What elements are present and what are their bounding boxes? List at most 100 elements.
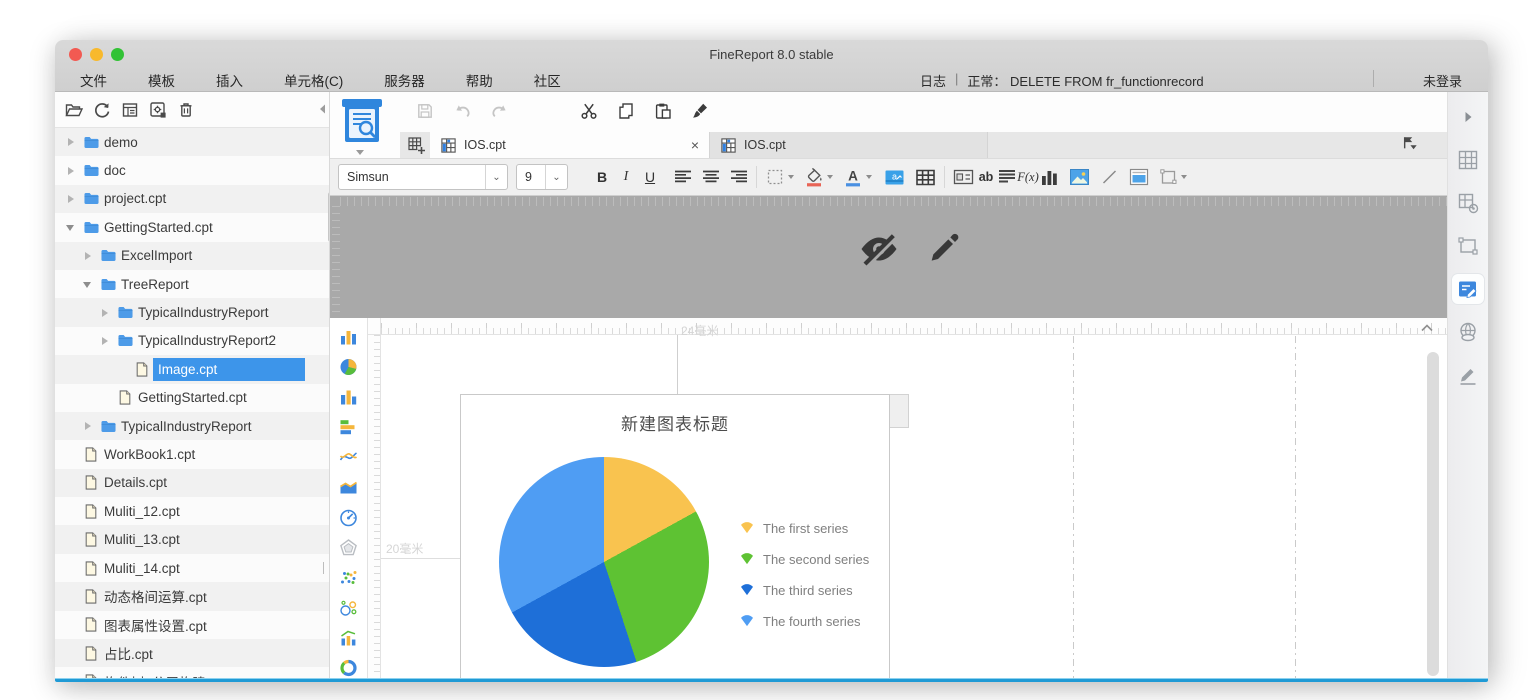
- tree-item[interactable]: Details.cpt: [55, 469, 330, 497]
- fill-color-button[interactable]: [804, 167, 833, 187]
- line-chart-button[interactable]: [338, 447, 360, 469]
- chevron-down-icon[interactable]: [82, 280, 98, 288]
- login-status[interactable]: 未登录: [1423, 71, 1462, 90]
- new-template-button[interactable]: [404, 134, 428, 156]
- tree-item[interactable]: TypicalIndustryReport: [55, 412, 330, 440]
- bar-chart-button[interactable]: [338, 416, 360, 438]
- tree-item[interactable]: Image.cpt: [55, 355, 330, 383]
- tree-item[interactable]: 动态格间运算.cpt: [55, 582, 330, 610]
- align-left-button[interactable]: [674, 170, 692, 184]
- edit-pencil-icon[interactable]: [923, 228, 963, 270]
- chart-resize-handle[interactable]: [890, 394, 909, 428]
- chevron-down-icon[interactable]: [827, 175, 833, 179]
- template-view-button[interactable]: [119, 99, 141, 121]
- tab-overflow-button[interactable]: [1401, 135, 1419, 156]
- tree-item[interactable]: 构件树_分层构建.cpt: [55, 667, 330, 679]
- log-status[interactable]: 日志 | 正常： DELETE FROM fr_functionrecord: [920, 71, 1204, 90]
- chevron-right-icon[interactable]: [99, 309, 115, 317]
- chevron-right-icon[interactable]: [65, 195, 81, 203]
- log-label[interactable]: 日志: [920, 71, 946, 90]
- area-chart-button[interactable]: [338, 477, 360, 499]
- font-size-select[interactable]: 9 ⌄: [516, 164, 568, 190]
- border-button[interactable]: [765, 167, 794, 187]
- donut-chart-button[interactable]: [338, 657, 360, 679]
- insert-line-button[interactable]: [1100, 168, 1119, 186]
- preview-hidden-icon[interactable]: [857, 228, 901, 270]
- cell-style-button[interactable]: a: [884, 168, 905, 187]
- tree-item[interactable]: TypicalIndustryReport2: [55, 327, 330, 355]
- close-tab-icon[interactable]: ×: [691, 138, 699, 152]
- underline-button[interactable]: U: [638, 164, 662, 190]
- tree-item[interactable]: doc: [55, 156, 330, 184]
- pie-chart-button[interactable]: [338, 356, 360, 378]
- column-chart-button[interactable]: [338, 326, 360, 348]
- tree-item[interactable]: Muliti_12.cpt: [55, 497, 330, 525]
- column3d-chart-button[interactable]: [338, 386, 360, 408]
- tree-item[interactable]: ExcelImport: [55, 242, 330, 270]
- align-center-button[interactable]: [702, 170, 720, 184]
- scroll-up-button[interactable]: [1420, 320, 1434, 338]
- tree-item[interactable]: TreeReport: [55, 270, 330, 298]
- bubble-chart-button[interactable]: [338, 597, 360, 619]
- vertical-ruler[interactable]: [368, 335, 381, 679]
- hyperlink-button[interactable]: [1452, 317, 1484, 347]
- menu-item-6[interactable]: 帮助: [466, 70, 493, 90]
- canvas-scrollbar[interactable]: [1427, 352, 1439, 676]
- text-widget-button[interactable]: ab: [974, 164, 998, 190]
- insert-chart-button[interactable]: [1040, 168, 1059, 186]
- font-color-button[interactable]: A: [843, 167, 872, 187]
- tree-item[interactable]: Muliti_14.cpt: [55, 554, 330, 582]
- tree-item[interactable]: project.cpt: [55, 185, 330, 213]
- menu-item-4[interactable]: 单元格(C): [284, 70, 343, 90]
- redo-button[interactable]: [486, 98, 512, 124]
- refresh-button[interactable]: [91, 99, 113, 121]
- chevron-right-icon[interactable]: [65, 138, 81, 146]
- menu-item-5[interactable]: 服务器: [384, 70, 425, 90]
- paste-button[interactable]: [650, 98, 676, 124]
- report-canvas[interactable]: 24毫米 20毫米 新建图表标题 The first seriesThe sec…: [330, 318, 1447, 679]
- tree-item[interactable]: 占比.cpt: [55, 639, 330, 667]
- sidebar-resize-grip[interactable]: [323, 562, 330, 574]
- align-right-button[interactable]: [730, 170, 748, 184]
- template-preview-caret[interactable]: [356, 150, 364, 155]
- tree-item[interactable]: GettingStarted.cpt: [55, 213, 330, 241]
- pie-chart[interactable]: [499, 457, 709, 667]
- cell-attribute-button[interactable]: [1452, 145, 1484, 175]
- radar-chart-button[interactable]: [338, 537, 360, 559]
- float-element-button[interactable]: [1452, 231, 1484, 261]
- tree-item[interactable]: WorkBook1.cpt: [55, 440, 330, 468]
- chevron-down-icon[interactable]: [788, 175, 794, 179]
- tab-IOS.cpt-2[interactable]: IOS.cpt: [710, 132, 988, 158]
- chevron-right-icon[interactable]: [82, 252, 98, 260]
- undo-button[interactable]: [449, 98, 475, 124]
- cut-button[interactable]: [576, 98, 602, 124]
- chevron-right-icon[interactable]: [65, 167, 81, 175]
- menu-item-2[interactable]: 模板: [148, 70, 175, 90]
- menu-item-3[interactable]: 插入: [216, 70, 243, 90]
- chevron-down-icon[interactable]: [65, 223, 81, 231]
- formula-button[interactable]: F(x): [1016, 164, 1040, 190]
- menu-item-1[interactable]: 文件: [80, 70, 107, 90]
- merge-cell-button[interactable]: [953, 168, 974, 186]
- open-folder-button[interactable]: [63, 99, 85, 121]
- tree-item[interactable]: demo: [55, 128, 330, 156]
- combo-chart-button[interactable]: [338, 627, 360, 649]
- cell-element-button[interactable]: [1452, 188, 1484, 218]
- titlebar[interactable]: FineReport 8.0 stable: [55, 40, 1488, 68]
- copy-button[interactable]: [613, 98, 639, 124]
- chart-float-element[interactable]: 新建图表标题 The first seriesThe second series…: [460, 394, 890, 679]
- widget-settings-button[interactable]: [1452, 274, 1484, 304]
- chevron-right-icon[interactable]: [82, 422, 98, 430]
- format-painter-button[interactable]: [687, 98, 713, 124]
- tree-item[interactable]: GettingStarted.cpt: [55, 384, 330, 412]
- tree-item[interactable]: TypicalIndustryReport: [55, 298, 330, 326]
- save-button[interactable]: [412, 98, 438, 124]
- chevron-down-icon[interactable]: ⌄: [485, 165, 507, 189]
- float-image-button[interactable]: [1129, 168, 1149, 186]
- horizontal-ruler[interactable]: [381, 318, 1447, 335]
- insert-shape-button[interactable]: [1159, 168, 1187, 186]
- chevron-down-icon[interactable]: [1181, 175, 1187, 179]
- insert-image-button[interactable]: [1069, 168, 1090, 186]
- condition-attribute-button[interactable]: [1452, 360, 1484, 390]
- tree-item[interactable]: Muliti_13.cpt: [55, 525, 330, 553]
